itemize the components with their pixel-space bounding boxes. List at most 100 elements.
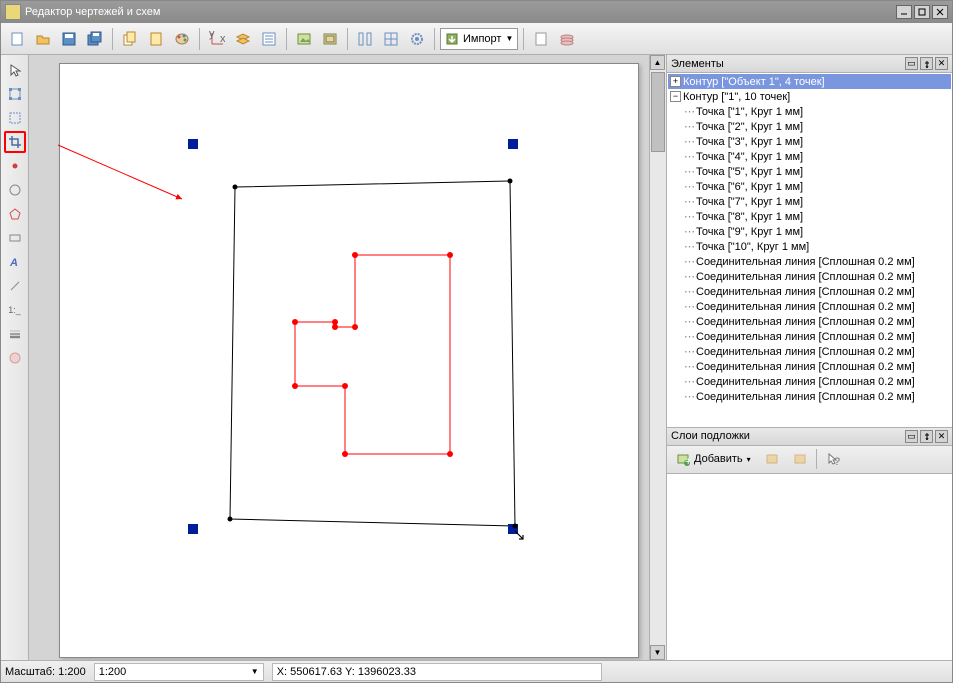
panel-maximize-button[interactable]: ▭: [905, 430, 918, 443]
shape-vertex[interactable]: [292, 319, 298, 325]
canvas-vscrollbar[interactable]: ▲ ▼: [649, 55, 666, 660]
tree-row[interactable]: ⋯Точка ["4", Круг 1 мм]: [668, 149, 951, 164]
panel-close-button[interactable]: ✕: [935, 430, 948, 443]
page-stack-button[interactable]: [555, 27, 579, 51]
crop-tool[interactable]: [4, 131, 26, 153]
panel-maximize-button[interactable]: ▭: [905, 57, 918, 70]
layer-pointer-button[interactable]: ?: [821, 447, 845, 471]
tree-row[interactable]: ⋯Соединительная линия [Сплошная 0.2 мм]: [668, 254, 951, 269]
saveall-button[interactable]: [83, 27, 107, 51]
page-button[interactable]: [529, 27, 553, 51]
paste-button[interactable]: [144, 27, 168, 51]
selection-handle-tr[interactable]: [508, 139, 518, 149]
shape-vertex[interactable]: [332, 324, 338, 330]
scroll-up-button[interactable]: ▲: [650, 55, 665, 70]
tree-row[interactable]: ⋯Точка ["8", Круг 1 мм]: [668, 209, 951, 224]
close-button[interactable]: [932, 5, 948, 19]
tree-item-label: Контур ["Объект 1", 4 точек]: [683, 76, 825, 88]
contour-vertex[interactable]: [233, 185, 238, 190]
panel-pin-button[interactable]: [920, 430, 933, 443]
tree-row[interactable]: ⋯Соединительная линия [Сплошная 0.2 мм]: [668, 269, 951, 284]
maximize-button[interactable]: [914, 5, 930, 19]
layers-button[interactable]: [231, 27, 255, 51]
layer-button-2[interactable]: [788, 447, 812, 471]
import-dropdown[interactable]: Импорт ▼: [440, 28, 518, 50]
layer-button-1[interactable]: [760, 447, 784, 471]
tree-row[interactable]: ⋯Точка ["6", Круг 1 мм]: [668, 179, 951, 194]
tree-item-label: Соединительная линия [Сплошная 0.2 мм]: [696, 316, 915, 328]
point-tool[interactable]: [4, 155, 26, 177]
tree-item-label: Контур ["1", 10 точек]: [683, 91, 790, 103]
elements-panel-title: Элементы: [671, 58, 903, 70]
add-layer-dropdown[interactable]: + Добавить ▾: [671, 448, 756, 470]
new-button[interactable]: [5, 27, 29, 51]
measure-tool[interactable]: 1:_: [4, 299, 26, 321]
box-select-tool[interactable]: [4, 107, 26, 129]
tree-row[interactable]: ⋯Соединительная линия [Сплошная 0.2 мм]: [668, 344, 951, 359]
tree-row[interactable]: +Контур ["Объект 1", 4 точек]: [668, 74, 951, 89]
list-button[interactable]: [257, 27, 281, 51]
drawing-canvas[interactable]: [59, 63, 639, 658]
shape-vertex[interactable]: [342, 383, 348, 389]
shape-vertex[interactable]: [447, 252, 453, 258]
contour-vertex[interactable]: [228, 517, 233, 522]
tree-row[interactable]: ⋯Точка ["5", Круг 1 мм]: [668, 164, 951, 179]
palette-button[interactable]: [170, 27, 194, 51]
scale-input[interactable]: [99, 666, 251, 678]
line-tool[interactable]: [4, 275, 26, 297]
canvas-viewport[interactable]: [29, 55, 648, 660]
coords-label: X: 550617.63 Y: 1396023.33: [277, 666, 416, 678]
save-button[interactable]: [57, 27, 81, 51]
axes-button[interactable]: yx: [205, 27, 229, 51]
circle-tool[interactable]: [4, 179, 26, 201]
tree-row[interactable]: ⋯Соединительная линия [Сплошная 0.2 мм]: [668, 329, 951, 344]
shape-vertex[interactable]: [352, 324, 358, 330]
scroll-down-button[interactable]: ▼: [650, 645, 665, 660]
contour-vertex[interactable]: [508, 179, 513, 184]
linewidth-tool[interactable]: [4, 323, 26, 345]
polygon-tool[interactable]: [4, 203, 26, 225]
tree-toggle-icon[interactable]: +: [670, 76, 681, 87]
tree-row[interactable]: ⋯Соединительная линия [Сплошная 0.2 мм]: [668, 389, 951, 404]
rect-tool[interactable]: [4, 227, 26, 249]
tree-row[interactable]: ⋯Соединительная линия [Сплошная 0.2 мм]: [668, 374, 951, 389]
selection-handle-tl[interactable]: [188, 139, 198, 149]
shape-vertex[interactable]: [447, 451, 453, 457]
open-button[interactable]: [31, 27, 55, 51]
tree-row[interactable]: ⋯Соединительная линия [Сплошная 0.2 мм]: [668, 299, 951, 314]
gear-button[interactable]: [405, 27, 429, 51]
tree-row[interactable]: −Контур ["1", 10 точек]: [668, 89, 951, 104]
tree-row[interactable]: ⋯Точка ["7", Круг 1 мм]: [668, 194, 951, 209]
panel-pin-button[interactable]: [920, 57, 933, 70]
shape-vertex[interactable]: [342, 451, 348, 457]
tree-row[interactable]: ⋯Точка ["3", Круг 1 мм]: [668, 134, 951, 149]
pointer-tool[interactable]: [4, 59, 26, 81]
image-fit-button[interactable]: [318, 27, 342, 51]
elements-tree[interactable]: +Контур ["Объект 1", 4 точек]−Контур ["1…: [667, 73, 952, 427]
cols-button[interactable]: [353, 27, 377, 51]
select-all-tool[interactable]: [4, 83, 26, 105]
tree-toggle-icon[interactable]: −: [670, 91, 681, 102]
tree-row[interactable]: ⋯Точка ["10", Круг 1 мм]: [668, 239, 951, 254]
tree-row[interactable]: ⋯Соединительная линия [Сплошная 0.2 мм]: [668, 359, 951, 374]
tree-row[interactable]: ⋯Соединительная линия [Сплошная 0.2 мм]: [668, 314, 951, 329]
copy-button[interactable]: [118, 27, 142, 51]
shape-vertex[interactable]: [352, 252, 358, 258]
scroll-thumb[interactable]: [651, 72, 665, 152]
shape-vertex[interactable]: [292, 383, 298, 389]
contour-vertex[interactable]: [513, 524, 518, 529]
selection-handle-bl[interactable]: [188, 524, 198, 534]
chevron-down-icon[interactable]: ▼: [251, 667, 259, 676]
layers-list[interactable]: [667, 474, 952, 660]
tree-row[interactable]: ⋯Точка ["2", Круг 1 мм]: [668, 119, 951, 134]
tree-row[interactable]: ⋯Точка ["9", Круг 1 мм]: [668, 224, 951, 239]
tree-leaf-icon: ⋯: [684, 150, 696, 163]
image-button[interactable]: [292, 27, 316, 51]
tree-row[interactable]: ⋯Соединительная линия [Сплошная 0.2 мм]: [668, 284, 951, 299]
panel-close-button[interactable]: ✕: [935, 57, 948, 70]
color-tool[interactable]: [4, 347, 26, 369]
grid-button[interactable]: [379, 27, 403, 51]
text-tool[interactable]: A: [4, 251, 26, 273]
tree-row[interactable]: ⋯Точка ["1", Круг 1 мм]: [668, 104, 951, 119]
minimize-button[interactable]: [896, 5, 912, 19]
